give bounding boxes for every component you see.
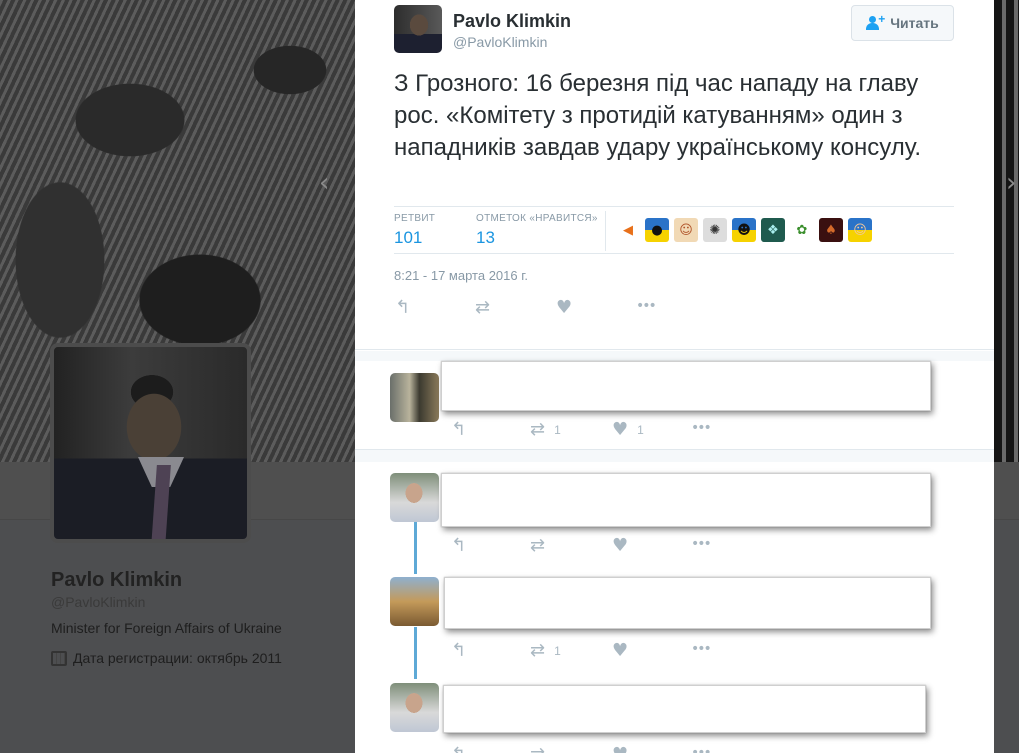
reply-author-avatar[interactable] [390, 373, 439, 422]
reply-icon[interactable]: ↰ [451, 419, 466, 440]
liker-avatar-4[interactable]: ✺ [703, 218, 727, 242]
reply-icon[interactable]: ↰ [451, 744, 466, 753]
retweet-icon[interactable]: ⇄ [475, 297, 490, 318]
profile-avatar[interactable] [50, 343, 251, 543]
reply-tweet[interactable]: ↰ ⇄ 1 ♥ ••• [355, 566, 994, 672]
next-arrow-icon[interactable]: › [1006, 170, 1016, 196]
retweet-count: 1 [554, 422, 561, 437]
more-icon[interactable]: ••• [691, 745, 712, 753]
tweet-author-handle[interactable]: @PavloKlimkin [453, 34, 547, 50]
tweet-modal: Pavlo Klimkin @PavloKlimkin + Читать З Г… [355, 0, 994, 753]
like-count: 1 [637, 422, 644, 437]
reply-icon[interactable]: ↰ [395, 297, 410, 318]
liker-avatar-8[interactable]: ♠ [819, 218, 843, 242]
retweet-stat-value[interactable]: 101 [394, 228, 435, 248]
more-icon[interactable]: ••• [691, 420, 712, 436]
reply-separator [355, 449, 994, 462]
retweet-stat[interactable]: РЕТВИТ 101 [394, 213, 435, 248]
more-icon[interactable]: ••• [691, 536, 712, 552]
retweet-icon[interactable]: ⇄ 1 [530, 419, 561, 440]
liker-avatar-2[interactable]: ● [645, 218, 669, 242]
reply-tweet[interactable]: ↰ ⇄ ♥ ••• [355, 672, 994, 753]
liker-avatar-7[interactable]: ✿ [790, 218, 814, 242]
like-icon[interactable]: ♥ 1 [612, 419, 644, 440]
tweet-stats: РЕТВИТ 101 ОТМЕТОК «НРАВИТСЯ» 13 ◀ ● ☺ ✺… [394, 206, 954, 254]
reply-content-redacted [443, 685, 926, 733]
more-icon[interactable]: ••• [691, 641, 712, 657]
profile-joined-date: Дата регистрации: октябрь 2011 [51, 650, 282, 666]
tweet-timestamp[interactable]: 8:21 - 17 марта 2016 г. [394, 268, 528, 283]
retweet-count: 1 [554, 643, 561, 658]
tweet-text: З Грозного: 16 березня під час нападу на… [394, 70, 922, 161]
retweet-icon[interactable]: ⇄ [530, 744, 554, 753]
profile-joined-text: Дата регистрации: октябрь 2011 [73, 650, 282, 666]
retweet-icon[interactable]: ⇄ [530, 535, 554, 556]
reply-author-avatar[interactable] [390, 473, 439, 522]
permalink-tweet: Pavlo Klimkin @PavloKlimkin + Читать З Г… [355, 0, 994, 350]
retweet-icon[interactable]: ⇄ 1 [530, 640, 561, 661]
follow-button[interactable]: + Читать [851, 5, 954, 41]
tweet-author-avatar[interactable] [394, 5, 442, 53]
follow-button-label: Читать [890, 15, 939, 31]
reply-author-avatar[interactable] [390, 683, 439, 732]
retweet-stat-label: РЕТВИТ [394, 213, 436, 224]
like-icon[interactable]: ♥ [556, 297, 572, 318]
profile-name[interactable]: Pavlo Klimkin [51, 569, 182, 592]
reply-content-redacted [441, 361, 931, 411]
like-icon[interactable]: ♥ [612, 640, 637, 661]
reply-icon[interactable]: ↰ [451, 640, 466, 661]
reply-separator [355, 351, 994, 361]
profile-handle[interactable]: @PavloKlimkin [51, 594, 145, 610]
like-icon[interactable]: ♥ [612, 535, 637, 556]
more-icon[interactable]: ••• [636, 298, 657, 314]
like-icon[interactable]: ♥ [612, 744, 637, 753]
reply-icon[interactable]: ↰ [451, 535, 466, 556]
liker-avatar-1[interactable]: ◀ [616, 218, 640, 242]
liker-avatar-5[interactable]: ☻ [732, 218, 756, 242]
reply-tweet[interactable]: ↰ ⇄ 1 ♥ 1 ••• [355, 361, 994, 449]
profile-header-image-edge [994, 0, 1019, 462]
like-stat-label: ОТМЕТОК «НРАВИТСЯ» [476, 213, 598, 224]
previous-arrow-icon[interactable]: ‹ [319, 170, 329, 196]
calendar-icon [51, 650, 67, 666]
reply-author-avatar[interactable] [390, 577, 439, 626]
stats-divider [605, 211, 606, 251]
reply-tweet[interactable]: ↰ ⇄ ♥ ••• [355, 462, 994, 566]
liker-avatar-6[interactable]: ❖ [761, 218, 785, 242]
tweet-author-name[interactable]: Pavlo Klimkin [453, 11, 571, 32]
liker-avatar-9[interactable]: ☺ [848, 218, 872, 242]
liker-avatars: ◀ ● ☺ ✺ ☻ ❖ ✿ ♠ ☺ [616, 218, 872, 242]
reply-content-redacted [444, 577, 931, 629]
liker-avatar-3[interactable]: ☺ [674, 218, 698, 242]
reply-content-redacted [441, 473, 931, 527]
follow-user-icon: + [866, 12, 885, 30]
profile-bio: Minister for Foreign Affairs of Ukraine [51, 620, 282, 636]
like-stat-value[interactable]: 13 [476, 228, 598, 248]
like-stat[interactable]: ОТМЕТОК «НРАВИТСЯ» 13 [476, 213, 598, 248]
